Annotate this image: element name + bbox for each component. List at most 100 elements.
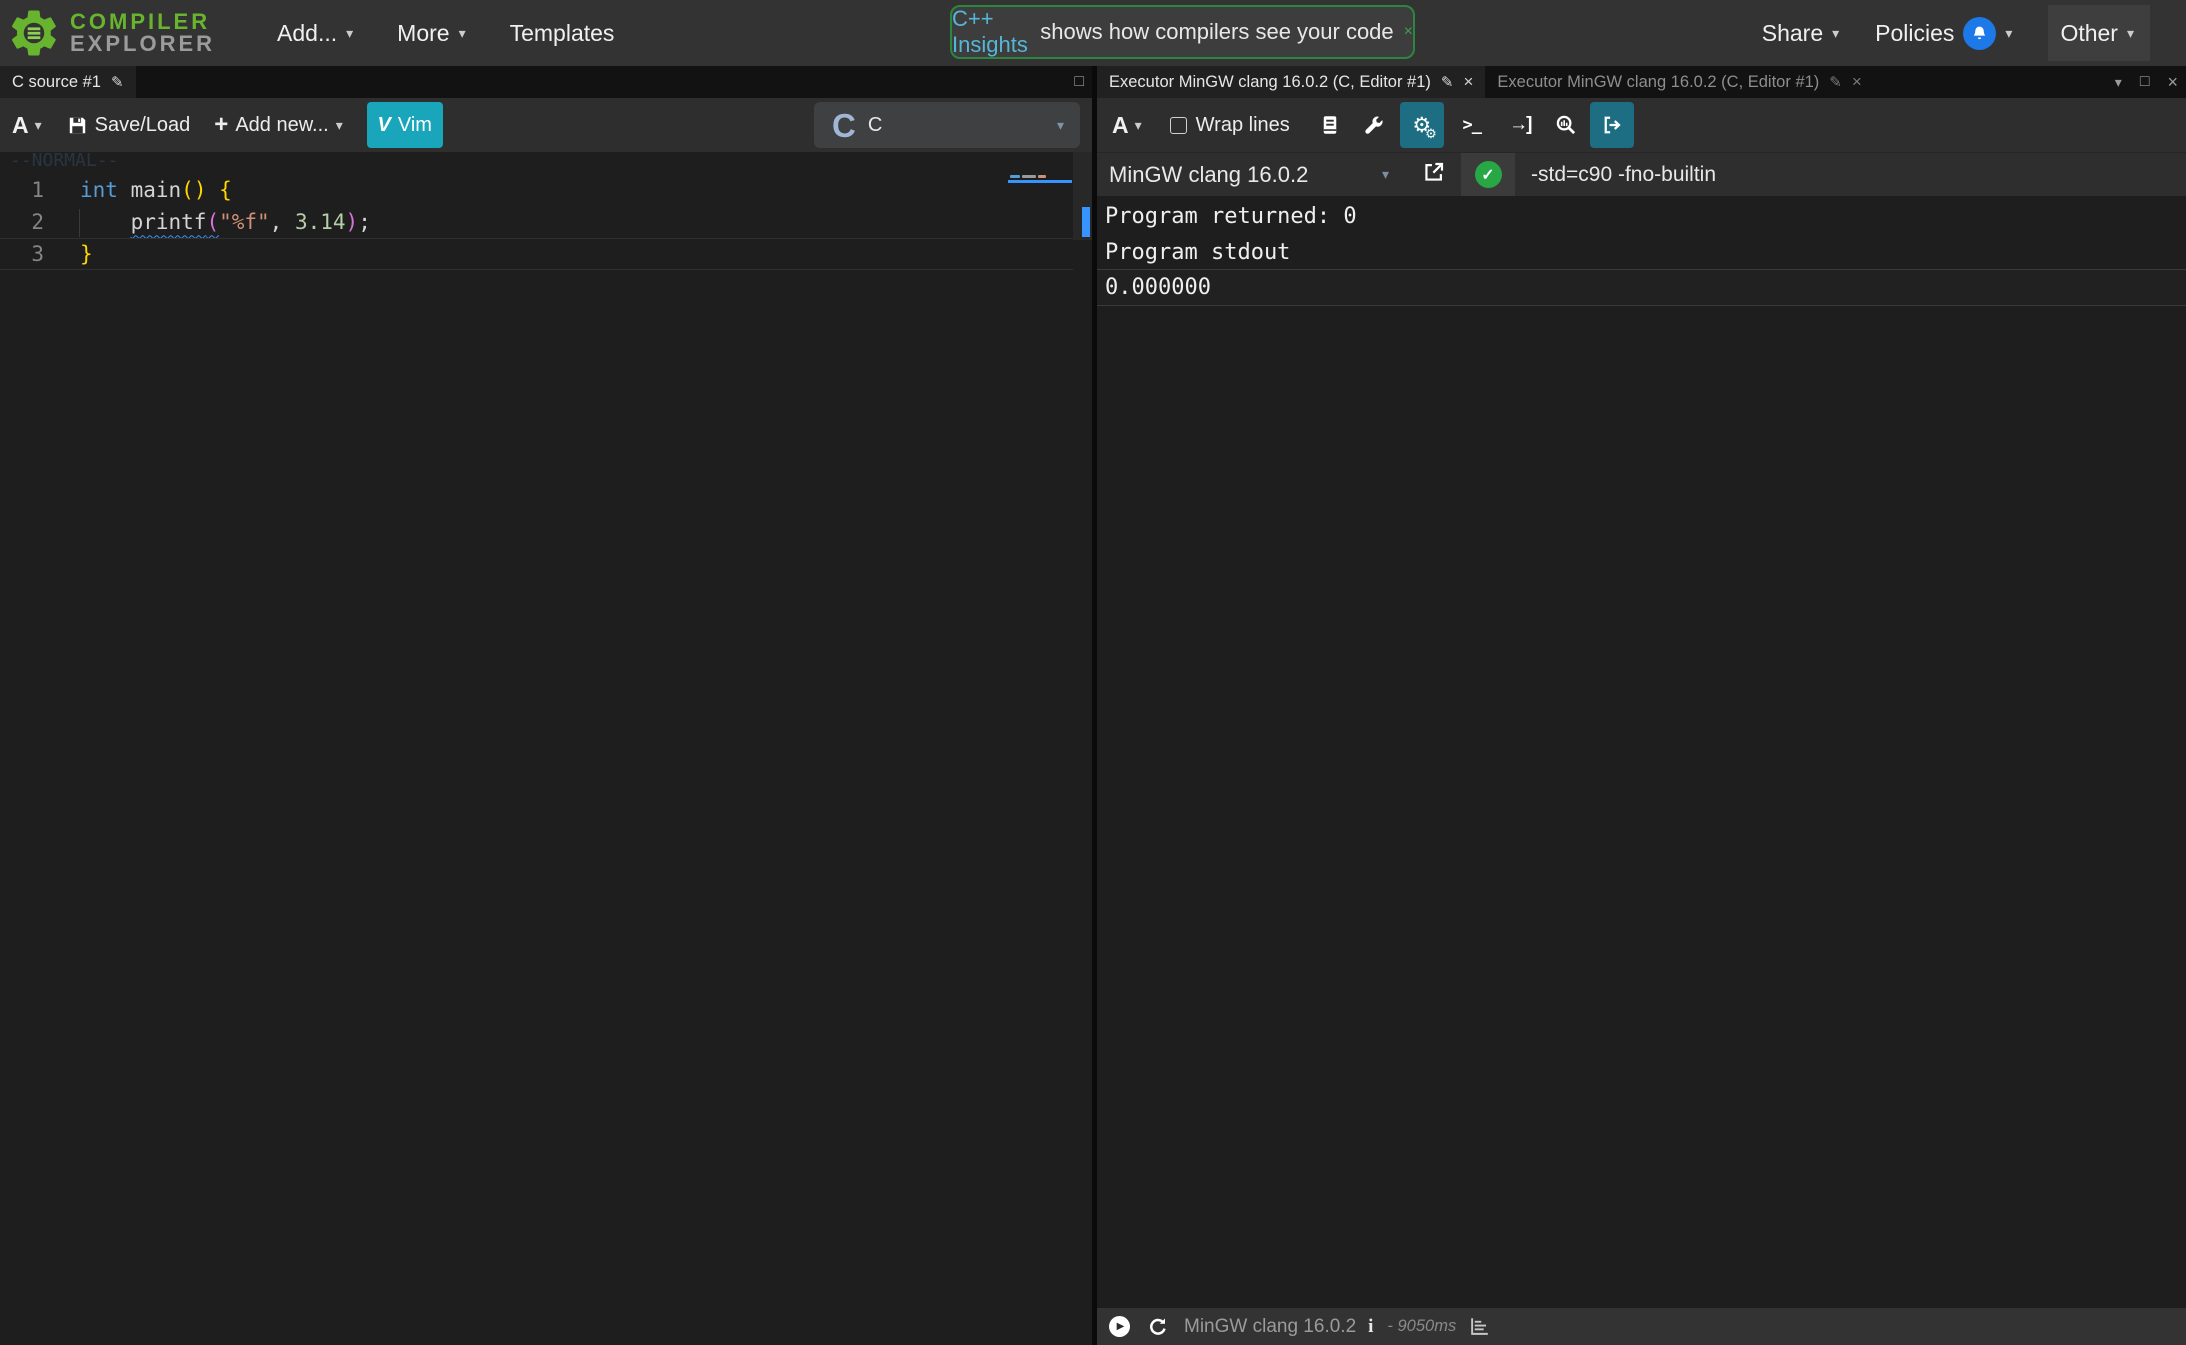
maximize-icon[interactable]: □ xyxy=(2140,73,2150,91)
compiler-row: MinGW clang 16.0.2 ▾ ✓ -std=c90 -fno-bui… xyxy=(1097,152,2186,196)
executor-statusbar: ▶ MinGW clang 16.0.2 i - 9050ms xyxy=(1097,1308,2186,1345)
rename-pencil-icon[interactable]: ✎ xyxy=(1441,73,1454,91)
rename-pencil-icon[interactable]: ✎ xyxy=(1829,73,1842,91)
font-size-button[interactable]: A ▾ xyxy=(1112,112,1142,139)
program-stdout-label: Program stdout xyxy=(1105,240,1290,265)
compile-status-button[interactable]: ✓ xyxy=(1461,153,1515,197)
menu-other-label: Other xyxy=(2060,20,2118,47)
success-check-icon: ✓ xyxy=(1475,161,1502,188)
info-icon[interactable]: i xyxy=(1368,1316,1373,1338)
menu-policies[interactable]: Policies ▾ xyxy=(1875,17,2012,50)
statusbar-compiler-name: MinGW clang 16.0.2 xyxy=(1184,1316,1356,1338)
add-new-button[interactable]: + Add new... ▾ xyxy=(214,111,342,139)
external-link-icon xyxy=(1423,161,1445,183)
code-text: } xyxy=(44,239,93,269)
code-text: int main() { xyxy=(44,175,232,207)
code-editor[interactable]: --NORMAL-- 1int main() {2 printf("%f", 3… xyxy=(0,152,1092,1345)
vim-toggle-button[interactable]: V Vim xyxy=(367,102,443,148)
line-number: 3 xyxy=(0,239,44,269)
vim-label: Vim xyxy=(398,114,432,137)
right-tabbar: Executor MinGW clang 16.0.2 (C, Editor #… xyxy=(1097,66,2186,98)
compiler-output-button[interactable] xyxy=(1544,102,1588,148)
compiler-selector[interactable]: MinGW clang 16.0.2 ▾ xyxy=(1109,162,1389,188)
executor-toolbar: A ▾ Wrap lines ⚙ xyxy=(1097,98,2186,152)
wrap-lines-checkbox[interactable] xyxy=(1170,117,1187,134)
caret-down-icon: ▾ xyxy=(1832,25,1839,42)
navbar: COMPILER EXPLORER Add... ▾ More ▾ Templa… xyxy=(0,0,2186,66)
close-icon[interactable]: × xyxy=(1463,72,1473,92)
compiler-options-input[interactable]: -std=c90 -fno-builtin xyxy=(1531,163,2186,187)
compilation-settings-button[interactable]: ⚙ ⚙ xyxy=(1400,102,1444,148)
vim-mode-indicator: --NORMAL-- xyxy=(10,152,118,171)
caret-down-icon: ▾ xyxy=(346,25,353,42)
wrap-lines-label: Wrap lines xyxy=(1196,114,1290,137)
main-menu: Add... ▾ More ▾ Templates xyxy=(277,20,614,47)
caret-down-icon: ▾ xyxy=(2005,25,2012,42)
libraries-button[interactable] xyxy=(1308,102,1352,148)
collapse-caret-icon[interactable]: ▾ xyxy=(2115,74,2122,91)
caret-down-icon: ▾ xyxy=(336,117,343,134)
overrides-button[interactable] xyxy=(1352,102,1396,148)
maximize-icon[interactable]: □ xyxy=(1074,73,1084,91)
caret-down-icon: ▾ xyxy=(1135,117,1142,134)
tab-executor-1-title: Executor MinGW clang 16.0.2 (C, Editor #… xyxy=(1109,73,1431,92)
menu-templates-label: Templates xyxy=(510,20,615,47)
menu-share[interactable]: Share ▾ xyxy=(1762,20,1839,47)
timing-chart-button[interactable] xyxy=(1470,1317,1489,1336)
minimap-squiggle-line xyxy=(1008,180,1072,183)
plus-icon: + xyxy=(214,111,228,139)
recompile-button[interactable] xyxy=(1148,1317,1168,1337)
save-load-button[interactable]: Save/Load xyxy=(68,114,191,137)
stdout-box: 0.000000 xyxy=(1097,269,2186,306)
left-pane-controls: □ xyxy=(1074,66,1084,98)
magnifier-bars-icon xyxy=(1556,115,1576,135)
logo-line1: COMPILER xyxy=(70,11,215,33)
scrollbar[interactable] xyxy=(1073,152,1092,240)
code-line[interactable]: 3} xyxy=(0,238,1073,270)
tab-executor-2[interactable]: Executor MinGW clang 16.0.2 (C, Editor #… xyxy=(1485,66,1873,98)
menu-share-label: Share xyxy=(1762,20,1823,47)
gear-logo-icon xyxy=(6,5,62,61)
code-line[interactable]: 1int main() { xyxy=(0,175,1073,207)
code-line[interactable]: 2 printf("%f", 3.14); xyxy=(0,207,1073,239)
right-pane-controls: ▾ □ × xyxy=(2115,66,2178,98)
menu-add[interactable]: Add... ▾ xyxy=(277,20,353,47)
run-button[interactable]: ▶ xyxy=(1109,1316,1130,1337)
add-new-label: Add new... xyxy=(235,114,328,137)
caret-down-icon: ▾ xyxy=(1057,117,1064,134)
compiler-name: MinGW clang 16.0.2 xyxy=(1109,162,1308,188)
arguments-button[interactable]: >_ xyxy=(1450,102,1494,148)
compiler-explorer-logo[interactable]: COMPILER EXPLORER xyxy=(6,5,215,61)
bell-badge xyxy=(1963,17,1996,50)
bell-icon xyxy=(1971,25,1988,42)
logo-text: COMPILER EXPLORER xyxy=(70,11,215,55)
language-selector[interactable]: C C ▾ xyxy=(814,102,1080,148)
wrench-icon xyxy=(1364,115,1384,135)
tab-executor-1[interactable]: Executor MinGW clang 16.0.2 (C, Editor #… xyxy=(1097,66,1485,98)
gears-icon-small: ⚙ xyxy=(1425,126,1437,142)
font-size-button[interactable]: A ▾ xyxy=(12,112,42,139)
stdout-value: 0.000000 xyxy=(1105,275,1211,300)
play-icon: ▶ xyxy=(1117,1321,1125,1332)
open-output-button[interactable] xyxy=(1590,102,1634,148)
notification-link[interactable]: C++ Insights xyxy=(952,6,1034,58)
vim-v-icon: V xyxy=(378,114,391,137)
menu-more-label: More xyxy=(397,20,449,47)
logo-line2: EXPLORER xyxy=(70,33,215,55)
close-icon[interactable]: × xyxy=(1852,72,1862,92)
tab-c-source[interactable]: C source #1 ✎ xyxy=(0,66,136,98)
menu-more[interactable]: More ▾ xyxy=(397,20,465,47)
stdin-button[interactable]: →] xyxy=(1498,102,1542,148)
line-number: 2 xyxy=(0,207,44,239)
close-icon[interactable]: × xyxy=(2167,72,2178,93)
notification-close-icon[interactable]: × xyxy=(1404,23,1413,41)
menu-templates[interactable]: Templates xyxy=(510,20,615,47)
wrap-lines-toggle[interactable]: Wrap lines xyxy=(1170,114,1290,137)
terminal-icon: >_ xyxy=(1463,115,1481,135)
minimap[interactable] xyxy=(1008,174,1073,214)
menu-other[interactable]: Other ▾ xyxy=(2048,5,2150,61)
execution-output: Program returned: 0 Program stdout 0.000… xyxy=(1097,196,2186,1308)
open-compiler-button[interactable] xyxy=(1423,161,1445,188)
rename-pencil-icon[interactable]: ✎ xyxy=(111,73,124,91)
font-size-label: A xyxy=(12,112,29,139)
